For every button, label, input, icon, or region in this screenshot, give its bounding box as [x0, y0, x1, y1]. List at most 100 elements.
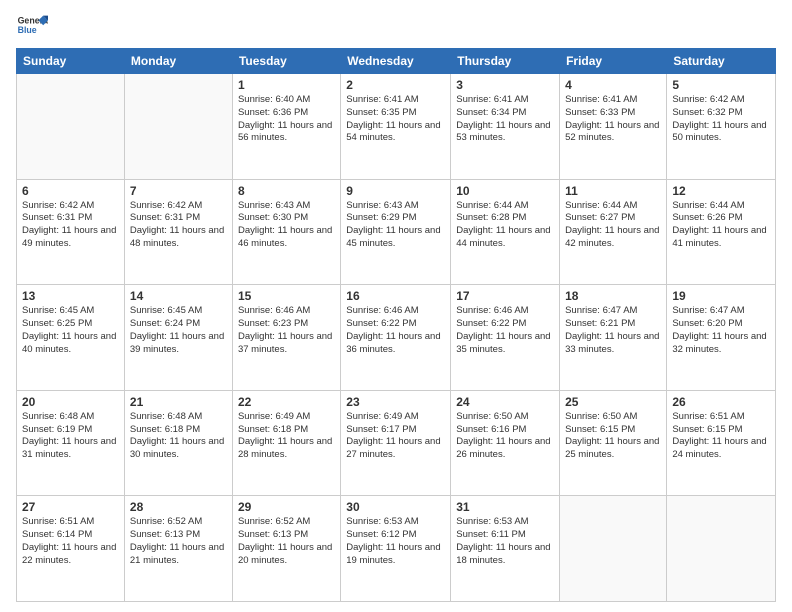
weekday-thursday: Thursday	[451, 49, 560, 74]
day-cell: 2 Sunrise: 6:41 AMSunset: 6:35 PMDaylight…	[341, 74, 451, 180]
day-cell: 26Sunrise: 6:51 AMSunset: 6:15 PMDayligh…	[667, 390, 776, 496]
day-cell: 1 Sunrise: 6:40 AMSunset: 6:36 PMDaylight…	[232, 74, 340, 180]
day-cell: 31 Sunrise: 6:53 AMSunset: 6:11 PMDayligh…	[451, 496, 560, 602]
day-info: Sunrise: 6:45 AMSunset: 6:24 PMDaylight:…	[130, 305, 227, 356]
day-info: Sunrise: 6:48 AMSunset: 6:19 PMDaylight:…	[22, 411, 119, 462]
day-number: 3	[456, 78, 554, 92]
day-cell: 27 Sunrise: 6:51 AMSunset: 6:14 PMDayligh…	[17, 496, 125, 602]
day-info: Sunrise: 6:53 AMSunset: 6:11 PMDaylight:…	[456, 516, 554, 567]
day-info: Sunrise: 6:42 AMSunset: 6:31 PMDaylight:…	[22, 200, 119, 251]
day-cell: 22 Sunrise: 6:49 AMSunset: 6:18 PMDayligh…	[232, 390, 340, 496]
day-number: 31	[456, 500, 554, 514]
day-info: Sunrise: 6:44 AMSunset: 6:26 PMDaylight:…	[672, 200, 770, 251]
day-info: Sunrise: 6:41 AMSunset: 6:35 PMDaylight:…	[346, 94, 445, 145]
day-info: Sunrise: 6:51 AMSunset: 6:15 PMDaylight:…	[672, 411, 770, 462]
day-number: 7	[130, 184, 227, 198]
day-number: 12	[672, 184, 770, 198]
day-number: 28	[130, 500, 227, 514]
day-cell: 24 Sunrise: 6:50 AMSunset: 6:16 PMDayligh…	[451, 390, 560, 496]
day-info: Sunrise: 6:47 AMSunset: 6:20 PMDaylight:…	[672, 305, 770, 356]
day-number: 8	[238, 184, 335, 198]
day-cell: 16 Sunrise: 6:46 AMSunset: 6:22 PMDayligh…	[341, 285, 451, 391]
calendar-table: SundayMondayTuesdayWednesdayThursdayFrid…	[16, 48, 776, 602]
day-cell: 18 Sunrise: 6:47 AMSunset: 6:21 PMDayligh…	[560, 285, 667, 391]
day-number: 19	[672, 289, 770, 303]
day-cell: 19 Sunrise: 6:47 AMSunset: 6:20 PMDayligh…	[667, 285, 776, 391]
day-cell: 15 Sunrise: 6:46 AMSunset: 6:23 PMDayligh…	[232, 285, 340, 391]
day-cell: 11 Sunrise: 6:44 AMSunset: 6:27 PMDayligh…	[560, 179, 667, 285]
day-info: Sunrise: 6:41 AMSunset: 6:34 PMDaylight:…	[456, 94, 554, 145]
day-number: 17	[456, 289, 554, 303]
day-cell: 28 Sunrise: 6:52 AMSunset: 6:13 PMDayligh…	[124, 496, 232, 602]
day-info: Sunrise: 6:49 AMSunset: 6:17 PMDaylight:…	[346, 411, 445, 462]
week-row-2: 6Sunrise: 6:42 AMSunset: 6:31 PMDaylight…	[17, 179, 776, 285]
day-cell	[17, 74, 125, 180]
day-cell: 10Sunrise: 6:44 AMSunset: 6:28 PMDayligh…	[451, 179, 560, 285]
day-number: 30	[346, 500, 445, 514]
day-info: Sunrise: 6:40 AMSunset: 6:36 PMDaylight:…	[238, 94, 335, 145]
top-area: General Blue	[16, 12, 776, 40]
day-info: Sunrise: 6:50 AMSunset: 6:15 PMDaylight:…	[565, 411, 661, 462]
day-info: Sunrise: 6:46 AMSunset: 6:23 PMDaylight:…	[238, 305, 335, 356]
day-number: 22	[238, 395, 335, 409]
day-cell: 3 Sunrise: 6:41 AMSunset: 6:34 PMDaylight…	[451, 74, 560, 180]
day-info: Sunrise: 6:43 AMSunset: 6:30 PMDaylight:…	[238, 200, 335, 251]
page: General Blue SundayMondayTuesdayWednesda…	[0, 0, 792, 612]
day-number: 18	[565, 289, 661, 303]
weekday-sunday: Sunday	[17, 49, 125, 74]
day-info: Sunrise: 6:52 AMSunset: 6:13 PMDaylight:…	[130, 516, 227, 567]
day-number: 2	[346, 78, 445, 92]
day-cell: 23 Sunrise: 6:49 AMSunset: 6:17 PMDayligh…	[341, 390, 451, 496]
weekday-saturday: Saturday	[667, 49, 776, 74]
day-cell: 30Sunrise: 6:53 AMSunset: 6:12 PMDayligh…	[341, 496, 451, 602]
day-info: Sunrise: 6:46 AMSunset: 6:22 PMDaylight:…	[346, 305, 445, 356]
day-info: Sunrise: 6:42 AMSunset: 6:31 PMDaylight:…	[130, 200, 227, 251]
week-row-3: 13 Sunrise: 6:45 AMSunset: 6:25 PMDayligh…	[17, 285, 776, 391]
weekday-friday: Friday	[560, 49, 667, 74]
day-number: 13	[22, 289, 119, 303]
day-number: 16	[346, 289, 445, 303]
day-cell: 25Sunrise: 6:50 AMSunset: 6:15 PMDayligh…	[560, 390, 667, 496]
week-row-1: 1 Sunrise: 6:40 AMSunset: 6:36 PMDaylight…	[17, 74, 776, 180]
day-cell: 5Sunrise: 6:42 AMSunset: 6:32 PMDaylight…	[667, 74, 776, 180]
day-info: Sunrise: 6:42 AMSunset: 6:32 PMDaylight:…	[672, 94, 770, 145]
day-number: 11	[565, 184, 661, 198]
day-number: 4	[565, 78, 661, 92]
day-info: Sunrise: 6:47 AMSunset: 6:21 PMDaylight:…	[565, 305, 661, 356]
weekday-monday: Monday	[124, 49, 232, 74]
day-number: 24	[456, 395, 554, 409]
day-info: Sunrise: 6:46 AMSunset: 6:22 PMDaylight:…	[456, 305, 554, 356]
svg-text:Blue: Blue	[18, 25, 37, 35]
day-cell: 9Sunrise: 6:43 AMSunset: 6:29 PMDaylight…	[341, 179, 451, 285]
week-row-4: 20 Sunrise: 6:48 AMSunset: 6:19 PMDayligh…	[17, 390, 776, 496]
day-info: Sunrise: 6:49 AMSunset: 6:18 PMDaylight:…	[238, 411, 335, 462]
day-info: Sunrise: 6:41 AMSunset: 6:33 PMDaylight:…	[565, 94, 661, 145]
day-cell: 17 Sunrise: 6:46 AMSunset: 6:22 PMDayligh…	[451, 285, 560, 391]
day-number: 20	[22, 395, 119, 409]
day-number: 15	[238, 289, 335, 303]
weekday-tuesday: Tuesday	[232, 49, 340, 74]
day-cell	[124, 74, 232, 180]
week-row-5: 27 Sunrise: 6:51 AMSunset: 6:14 PMDayligh…	[17, 496, 776, 602]
day-info: Sunrise: 6:44 AMSunset: 6:27 PMDaylight:…	[565, 200, 661, 251]
day-cell: 12 Sunrise: 6:44 AMSunset: 6:26 PMDayligh…	[667, 179, 776, 285]
day-number: 27	[22, 500, 119, 514]
day-cell: 8 Sunrise: 6:43 AMSunset: 6:30 PMDaylight…	[232, 179, 340, 285]
day-number: 1	[238, 78, 335, 92]
day-info: Sunrise: 6:45 AMSunset: 6:25 PMDaylight:…	[22, 305, 119, 356]
day-number: 23	[346, 395, 445, 409]
logo: General Blue	[16, 12, 48, 40]
day-number: 21	[130, 395, 227, 409]
day-cell: 21Sunrise: 6:48 AMSunset: 6:18 PMDayligh…	[124, 390, 232, 496]
day-cell: 29Sunrise: 6:52 AMSunset: 6:13 PMDayligh…	[232, 496, 340, 602]
day-info: Sunrise: 6:51 AMSunset: 6:14 PMDaylight:…	[22, 516, 119, 567]
day-cell: 7 Sunrise: 6:42 AMSunset: 6:31 PMDaylight…	[124, 179, 232, 285]
weekday-header-row: SundayMondayTuesdayWednesdayThursdayFrid…	[17, 49, 776, 74]
day-number: 14	[130, 289, 227, 303]
day-cell: 20 Sunrise: 6:48 AMSunset: 6:19 PMDayligh…	[17, 390, 125, 496]
day-cell: 13 Sunrise: 6:45 AMSunset: 6:25 PMDayligh…	[17, 285, 125, 391]
day-info: Sunrise: 6:50 AMSunset: 6:16 PMDaylight:…	[456, 411, 554, 462]
day-cell: 4 Sunrise: 6:41 AMSunset: 6:33 PMDaylight…	[560, 74, 667, 180]
day-number: 29	[238, 500, 335, 514]
day-info: Sunrise: 6:44 AMSunset: 6:28 PMDaylight:…	[456, 200, 554, 251]
